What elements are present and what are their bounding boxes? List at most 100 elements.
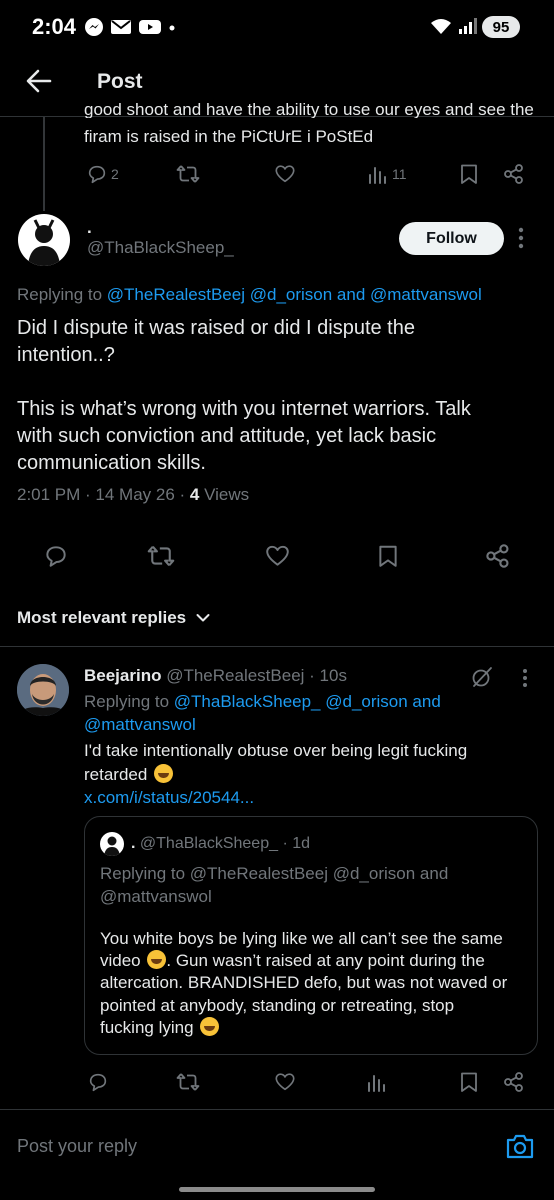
prev-repost-button[interactable] bbox=[176, 163, 200, 185]
rofl-emoji-icon bbox=[154, 764, 174, 783]
chevron-down-icon bbox=[196, 614, 210, 622]
quote-header: . @ThaBlackSheep_ · 1d bbox=[131, 835, 310, 853]
mention-link[interactable]: @TheRealestBeej bbox=[107, 285, 245, 304]
reply-avatar[interactable] bbox=[17, 664, 69, 716]
repost-icon bbox=[176, 1073, 200, 1091]
notification-icons bbox=[84, 17, 176, 37]
reply-views-button[interactable] bbox=[366, 1071, 388, 1093]
home-indicator bbox=[179, 1187, 375, 1192]
quote-avatar bbox=[100, 832, 124, 856]
sort-dropdown[interactable]: Most relevant replies bbox=[17, 608, 210, 628]
tweet-meta: 2:01 PM · 14 May 26 · 4 Views bbox=[17, 485, 249, 505]
dot-icon bbox=[169, 25, 175, 31]
system-icons bbox=[430, 17, 478, 35]
heart-icon bbox=[266, 545, 289, 566]
author-handle[interactable]: @ThaBlackSheep_ bbox=[87, 238, 234, 258]
prev-share-button[interactable] bbox=[503, 163, 525, 185]
reply-icon bbox=[88, 165, 106, 184]
prev-tweet-text: firam is raised in the PiCtUrE i PoStEd bbox=[84, 127, 374, 146]
analytics-icon bbox=[368, 1075, 385, 1092]
quote-text: pointed at anybody, standing or retreati… bbox=[100, 996, 455, 1015]
mention-link[interactable]: @mattvanswol bbox=[84, 713, 196, 737]
avatar[interactable] bbox=[18, 214, 70, 266]
reply-like-button[interactable] bbox=[274, 1071, 296, 1093]
reply-share-button[interactable] bbox=[503, 1071, 525, 1093]
share-icon bbox=[486, 544, 509, 568]
status-link[interactable]: x.com/i/status/20544... bbox=[84, 786, 254, 810]
heart-icon bbox=[275, 165, 295, 183]
quote-text: . Gun wasn’t raised at any point during … bbox=[166, 951, 485, 970]
camera-button[interactable] bbox=[505, 1132, 535, 1160]
reply-more-options-button[interactable] bbox=[522, 668, 528, 688]
bookmark-icon bbox=[379, 545, 397, 567]
heart-icon bbox=[275, 1073, 295, 1091]
reply-icon bbox=[89, 1073, 107, 1092]
quote-text: altercation. BRANDISHED defo, but was no… bbox=[100, 973, 508, 992]
profile-photo-icon bbox=[17, 664, 69, 716]
reply-header: Beejarino @TheRealestBeej · 10s bbox=[84, 666, 347, 686]
camera-icon bbox=[506, 1134, 534, 1159]
silhouette-icon bbox=[28, 219, 60, 266]
bookmark-button[interactable] bbox=[376, 543, 400, 569]
grok-button[interactable] bbox=[470, 665, 494, 689]
grok-icon bbox=[472, 667, 492, 687]
reply-reply-button[interactable] bbox=[87, 1071, 109, 1093]
quote-text: You white boys be lying like we all can’… bbox=[100, 929, 503, 948]
sort-label: Most relevant replies bbox=[17, 608, 187, 627]
more-vertical-icon bbox=[523, 669, 527, 687]
mail-icon bbox=[111, 20, 131, 34]
battery-level: 95 bbox=[492, 18, 510, 36]
prev-bookmark-button[interactable] bbox=[458, 163, 480, 185]
reply-button[interactable] bbox=[43, 543, 69, 569]
share-button[interactable] bbox=[485, 543, 511, 569]
like-button[interactable] bbox=[264, 543, 291, 569]
tweet-text: This is what’s wrong with you internet w… bbox=[17, 398, 471, 420]
reply-bookmark-button[interactable] bbox=[458, 1071, 480, 1093]
mention-link[interactable]: @ThaBlackSheep_ bbox=[174, 692, 321, 711]
repost-button[interactable] bbox=[147, 543, 175, 569]
mention-link[interactable]: @d_orison bbox=[250, 285, 332, 304]
quote-author-handle: @ThaBlackSheep_ · 1d bbox=[135, 835, 311, 852]
mention-link[interactable]: @mattvanswol bbox=[370, 285, 482, 304]
messenger-icon bbox=[85, 18, 103, 36]
tweet-text: intention..? bbox=[17, 344, 115, 366]
prev-reply-button[interactable]: 2 bbox=[86, 163, 119, 185]
section-divider bbox=[0, 646, 554, 647]
repost-icon bbox=[176, 165, 200, 183]
bookmark-icon bbox=[461, 164, 477, 184]
views-count: 4 bbox=[189, 485, 200, 504]
mention-link[interactable]: @d_orison and bbox=[321, 692, 441, 711]
quote-replying-to: Replying to @TheRealestBeej @d_orison an… bbox=[100, 864, 449, 883]
author-name[interactable]: . bbox=[87, 218, 92, 238]
reply-author-handle[interactable]: @TheRealestBeej · 10s bbox=[161, 666, 347, 685]
tweet-text: Did I dispute it was raised or did I dis… bbox=[17, 317, 415, 339]
prev-tweet-clip: good shoot and have the ability to use o… bbox=[84, 98, 554, 118]
mention-and[interactable]: and bbox=[332, 285, 370, 304]
arrow-left-icon bbox=[26, 69, 52, 93]
composer-divider bbox=[0, 1109, 554, 1110]
back-button[interactable] bbox=[24, 66, 54, 96]
tweet-text: communication skills. bbox=[17, 452, 206, 474]
reply-repost-button[interactable] bbox=[176, 1071, 200, 1093]
repost-icon bbox=[147, 545, 175, 567]
more-options-button[interactable] bbox=[518, 227, 524, 249]
prev-views-count: 11 bbox=[392, 166, 407, 182]
prev-views-button[interactable]: 11 bbox=[367, 163, 407, 185]
replying-to-label: Replying to bbox=[84, 692, 174, 711]
quote-text: video bbox=[100, 951, 141, 970]
prev-like-button[interactable] bbox=[274, 163, 296, 185]
tweet-timestamp[interactable]: 2:01 PM · 14 May 26 · bbox=[17, 485, 190, 504]
more-vertical-icon bbox=[518, 227, 524, 249]
reply-author-name[interactable]: Beejarino bbox=[84, 666, 161, 685]
analytics-icon bbox=[369, 167, 386, 184]
reply-icon bbox=[46, 546, 66, 567]
reply-text: retarded bbox=[84, 765, 148, 784]
quote-text: fucking lying bbox=[100, 1018, 194, 1037]
quote-text-line: fucking lying bbox=[100, 1017, 530, 1040]
prev-reply-count: 2 bbox=[111, 166, 119, 182]
reply-input[interactable] bbox=[17, 1136, 477, 1157]
follow-button[interactable]: Follow bbox=[399, 222, 504, 255]
status-bar: 2:04 95 bbox=[0, 0, 554, 54]
page-title: Post bbox=[97, 70, 143, 93]
rofl-emoji-icon bbox=[147, 950, 167, 969]
